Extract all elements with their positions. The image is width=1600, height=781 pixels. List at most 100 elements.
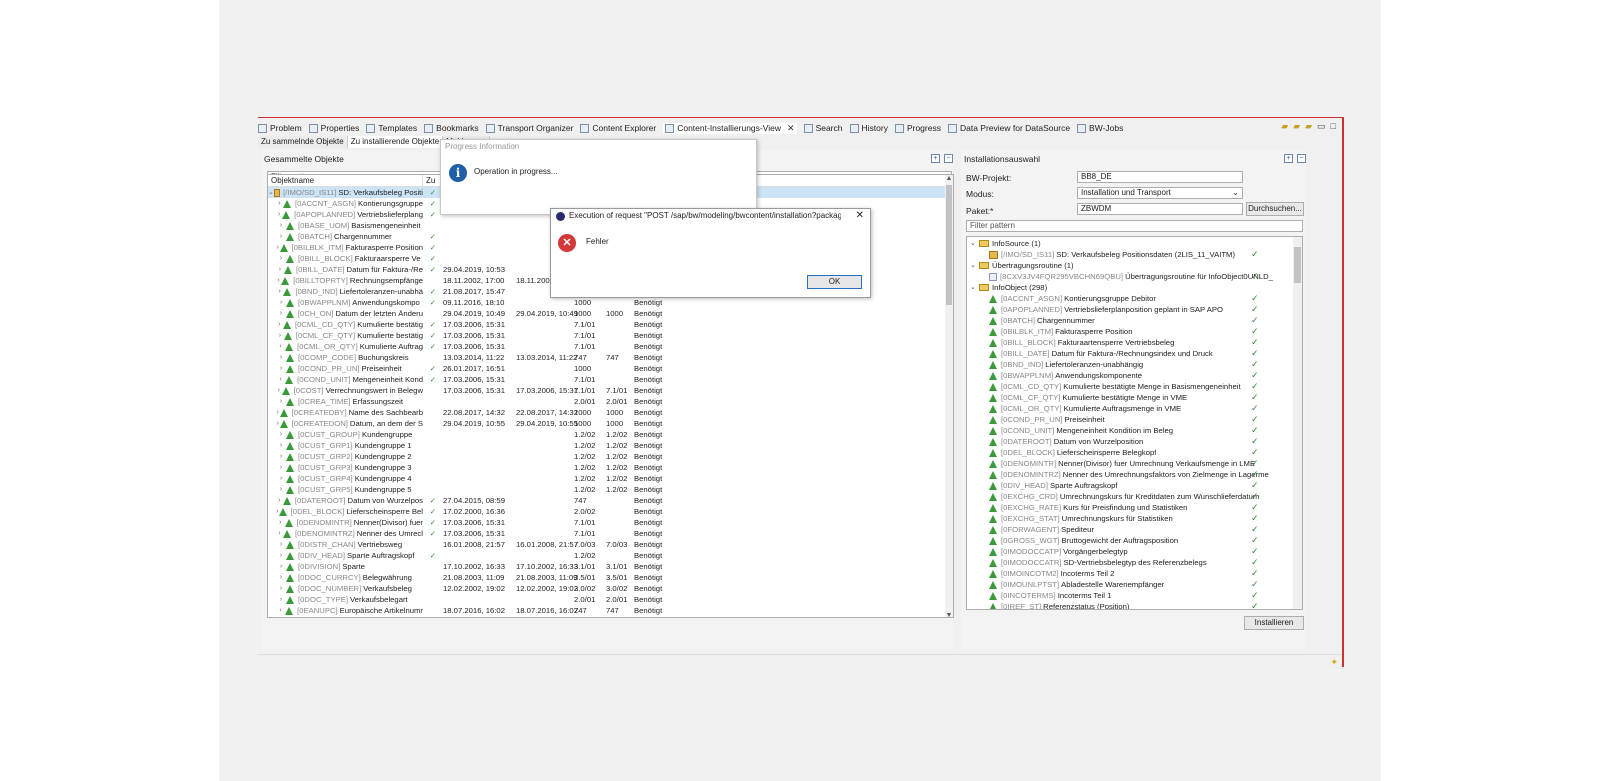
- tab-problem[interactable]: Problem: [258, 123, 302, 133]
- table-row[interactable]: › [0CREA_TIME] Erfassungszeit 2.0/01 2.0/01 B…: [268, 396, 953, 407]
- tree-item[interactable]: [0DENOMINTR] Nenner(Divisor) fuer Umrechn…: [967, 458, 1302, 469]
- chevron-right-icon[interactable]: ›: [276, 429, 286, 440]
- chevron-right-icon[interactable]: ›: [276, 605, 285, 616]
- table-row[interactable]: › [0CUST_GRP1] Kundengruppe 1 1.2/02 1.2/02 B…: [268, 440, 953, 451]
- tab-collect-objects[interactable]: Zu sammelnde Objekte: [258, 136, 348, 148]
- chevron-down-icon[interactable]: ⌄: [970, 260, 979, 271]
- tree-item[interactable]: ⌄ InfoSource (1): [967, 238, 1302, 249]
- tab-history[interactable]: History: [849, 123, 888, 133]
- table-row[interactable]: › [0COMP_CODE] Buchungskreis 13.03.2014, 11…: [268, 352, 953, 363]
- tree-item[interactable]: [0ACCNT_ASGN] Kontierungsgruppe Debitor ✓: [967, 293, 1302, 304]
- vertical-scrollbar[interactable]: ▲ ▼: [945, 175, 953, 617]
- chevron-right-icon[interactable]: ›: [276, 396, 286, 407]
- tree-item[interactable]: [0IMODOCCATR] SD-Vertriebsbelegtyp des Re…: [967, 557, 1302, 568]
- table-row[interactable]: › [0CML_CF_QTY] Kumulierte bestätig ✓ 17.03.…: [268, 330, 953, 341]
- chevron-right-icon[interactable]: ›: [276, 308, 286, 319]
- tab-search[interactable]: Search: [803, 123, 843, 133]
- chevron-right-icon[interactable]: ›: [276, 440, 286, 451]
- tree-item[interactable]: [0COND_PR_UN] Preiseinheit ✓: [967, 414, 1302, 425]
- table-row[interactable]: › [0CH_ON] Datum der letzten Änderu 29.04.2…: [268, 308, 953, 319]
- table-row[interactable]: › [0DOC_TYPE] Verkaufsbelegart 2.0/01 2.0/01…: [268, 594, 953, 605]
- tree-item[interactable]: [0INCOTERMS] Incoterms Teil 1 ✓: [967, 590, 1302, 601]
- tab-install-objects[interactable]: Zu installierende Objekte: [347, 136, 444, 148]
- close-icon[interactable]: ✕: [856, 210, 864, 221]
- filter-input[interactable]: Filter pattern: [966, 220, 1303, 232]
- tab-properties[interactable]: Properties: [308, 123, 359, 133]
- tab-content-installierungs-view[interactable]: Content-Installierungs-View ✕: [663, 122, 797, 134]
- maximize-icon[interactable]: □: [1331, 121, 1336, 132]
- tree-item[interactable]: [0DIV_HEAD] Sparte Auftragskopf ✓: [967, 480, 1302, 491]
- collapse-all-icon[interactable]: −: [944, 154, 953, 163]
- tree-item[interactable]: [0COND_UNIT] Mengeneinheit Kondition im B…: [967, 425, 1302, 436]
- tree-item[interactable]: [0CML_OR_QTY] Kumulierte Auftragsmenge in…: [967, 403, 1302, 414]
- tree-item[interactable]: [0CML_CD_QTY] Kumulierte bestätigte Menge…: [967, 381, 1302, 392]
- chevron-right-icon[interactable]: ›: [276, 198, 283, 209]
- expand-all-icon[interactable]: +: [931, 154, 940, 163]
- table-row[interactable]: › [0DOC_CURRCY] Belegwährung 21.08.2003, 11…: [268, 572, 953, 583]
- scroll-up-icon[interactable]: ▲: [945, 175, 953, 182]
- table-row[interactable]: › [0DENOMINTR] Nenner(Divisor) fuer ✓ 17.03.…: [268, 517, 953, 528]
- table-row[interactable]: › [0CML_CD_QTY] Kumulierte bestätig ✓ 17.03.…: [268, 319, 953, 330]
- tree-item[interactable]: [0APOPLANNED] Vertriebslieferplanposition…: [967, 304, 1302, 315]
- table-row[interactable]: › [0CUST_GRP4] Kundengruppe 4 1.2/02 1.2/02 B…: [268, 473, 953, 484]
- column-header-object-name[interactable]: Objektname: [268, 175, 423, 186]
- chevron-right-icon[interactable]: ›: [276, 330, 284, 341]
- collapse-all-icon[interactable]: −: [1297, 154, 1306, 163]
- tree-item[interactable]: [0BWAPPLNM] Anwendungskomponente ✓: [967, 370, 1302, 381]
- tab-transport-organizer[interactable]: Transport Organizer: [485, 123, 573, 133]
- tree-item[interactable]: [0GROSS_WGT] Bruttogewicht der Auftragspo…: [967, 535, 1302, 546]
- chevron-right-icon[interactable]: ›: [276, 528, 283, 539]
- folder-icon[interactable]: ▰: [1281, 121, 1288, 132]
- chevron-right-icon[interactable]: ›: [276, 286, 283, 297]
- chevron-right-icon[interactable]: ›: [276, 341, 285, 352]
- table-row[interactable]: › [0DIVISION] Sparte 17.10.2002, 16:33 17.10…: [268, 561, 953, 572]
- chevron-right-icon[interactable]: ›: [276, 374, 285, 385]
- chevron-right-icon[interactable]: ›: [276, 484, 286, 495]
- chevron-right-icon[interactable]: ›: [276, 319, 283, 330]
- tree-item[interactable]: [0FORWAGENT] Spediteur ✓: [967, 524, 1302, 535]
- install-button[interactable]: Installieren: [1244, 616, 1304, 630]
- table-row[interactable]: › [0BWAPPLNM] Anwendungskompo ✓ 09.11.2016, …: [268, 297, 953, 308]
- chevron-right-icon[interactable]: ›: [276, 572, 286, 583]
- tree-item[interactable]: [0BATCH] Chargennummer ✓: [967, 315, 1302, 326]
- folder-icon[interactable]: ▰: [1305, 121, 1312, 132]
- close-icon[interactable]: ✕: [787, 123, 795, 134]
- tree-item[interactable]: [0DEL_BLOCK] Lieferscheinsperre Belegkopf…: [967, 447, 1302, 458]
- table-row[interactable]: › [0DATEROOT] Datum von Wurzelpos ✓ 27.04.20…: [268, 495, 953, 506]
- tab-templates[interactable]: Templates: [366, 123, 417, 133]
- tree-item[interactable]: [0DENOMINTRZ] Nenner des Umrechnungsfakto…: [967, 469, 1302, 480]
- tree-item[interactable]: [/IMO/SD_IS11] SD: Verkaufsbeleg Position…: [967, 249, 1302, 260]
- tree-item[interactable]: [0IMOINCOTM2] Incoterms Teil 2 ✓: [967, 568, 1302, 579]
- scrollbar-thumb[interactable]: [1294, 247, 1301, 283]
- chevron-right-icon[interactable]: ›: [276, 264, 284, 275]
- lightbulb-icon[interactable]: ✦: [1330, 657, 1338, 667]
- table-row[interactable]: › [0CML_OR_QTY] Kumulierte Auftrag ✓ 17.03.2…: [268, 341, 953, 352]
- table-row[interactable]: › [0CUST_GRP2] Kundengruppe 2 1.2/02 1.2/02 B…: [268, 451, 953, 462]
- chevron-right-icon[interactable]: ›: [276, 473, 286, 484]
- tab-bookmarks[interactable]: Bookmarks: [424, 123, 479, 133]
- chevron-right-icon[interactable]: ›: [276, 594, 286, 605]
- tree-item[interactable]: [0EXCHG_STAT] Umrechnungskurs für Statist…: [967, 513, 1302, 524]
- chevron-right-icon[interactable]: ›: [276, 253, 286, 264]
- table-row[interactable]: › [0CUST_GROUP] Kundengruppe 1.2/02 1.2/02 Be…: [268, 429, 953, 440]
- browse-button[interactable]: Durchsuchen...: [1246, 202, 1304, 216]
- table-row[interactable]: › [0COST] Verrechnungswert in Belegw 17.03.…: [268, 385, 953, 396]
- tree-item[interactable]: [0IMOUNLPTST] Abladestelle Warenempfänger…: [967, 579, 1302, 590]
- table-row[interactable]: › [0DIV_HEAD] Sparte Auftragskopf ✓ 1.2/02 Be…: [268, 550, 953, 561]
- tree-item[interactable]: [0CML_CF_QTY] Kumulierte bestätigte Menge…: [967, 392, 1302, 403]
- table-row[interactable]: › [0CREATEDBY] Name des Sachbearb 22.08.201…: [268, 407, 953, 418]
- bw-project-field[interactable]: BB8_DE: [1077, 171, 1243, 183]
- chevron-right-icon[interactable]: ›: [276, 363, 286, 374]
- table-row[interactable]: › [0DEL_BLOCK] Lieferscheinsperre Bel ✓ 17.0…: [268, 506, 953, 517]
- tab-progress[interactable]: Progress: [894, 123, 941, 133]
- table-row[interactable]: › [0CUST_GRP3] Kundengruppe 3 1.2/02 1.2/02 B…: [268, 462, 953, 473]
- vertical-scrollbar[interactable]: [1293, 237, 1302, 609]
- tree-item[interactable]: [0BILL_DATE] Datum für Faktura-/Rechnungs…: [967, 348, 1302, 359]
- tree-item[interactable]: [8CXV3JV4FQR295VBCHN69QBU] Übertragungsro…: [967, 271, 1302, 282]
- ok-button[interactable]: OK: [807, 275, 862, 289]
- tree-item[interactable]: [0BILL_BLOCK] Fakturaartensperre Vertrieb…: [967, 337, 1302, 348]
- chevron-right-icon[interactable]: ›: [276, 550, 286, 561]
- table-row[interactable]: › [0EANUPC] Europäische Artikelnumr 18.07.2…: [268, 605, 953, 616]
- package-field[interactable]: ZBWDM: [1077, 203, 1243, 215]
- minimize-icon[interactable]: ▭: [1317, 121, 1326, 132]
